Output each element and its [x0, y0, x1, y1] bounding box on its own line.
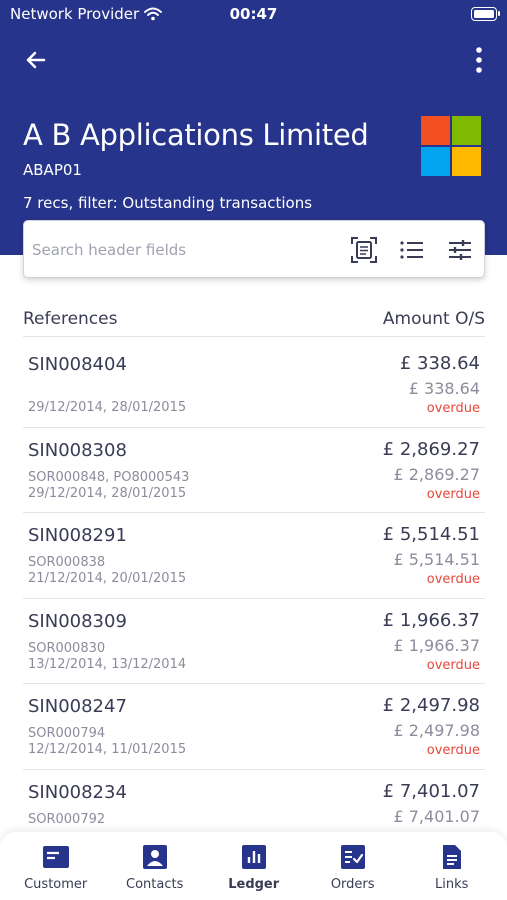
amount-column-label: Amount O/S: [382, 309, 485, 329]
logo-square: [452, 116, 481, 145]
search-bar: [23, 220, 485, 278]
scan-document-icon: [351, 237, 377, 263]
row-reference: SIN008234: [28, 781, 127, 803]
row-status: overdue: [426, 486, 480, 502]
column-header: References Amount O/S: [23, 307, 485, 337]
row-status: overdue: [426, 572, 480, 587]
bottom-tab-bar: Customer Contacts Ledger Orders Links: [0, 832, 507, 900]
tab-ledger[interactable]: Ledger: [203, 832, 304, 900]
table-row[interactable]: SIN008291 SOR000838 21/12/2014, 20/01/20…: [23, 513, 485, 599]
table-row[interactable]: SIN008308 SOR000848, PO8000543 29/12/201…: [23, 428, 485, 513]
logo-square: [421, 116, 450, 145]
status-bar: Network Provider 00:47: [0, 0, 507, 30]
list-icon: [400, 241, 423, 259]
table-row[interactable]: SIN008309 SOR000830 13/12/2014, 13/12/20…: [23, 599, 485, 684]
tab-label: Links: [434, 877, 469, 892]
row-dates: 12/12/2014, 11/01/2015: [28, 742, 187, 757]
filter-button[interactable]: [446, 236, 474, 264]
row-amount-outstanding: £ 1,966.37: [393, 635, 480, 655]
back-arrow-icon: [26, 51, 46, 69]
filter-sliders-icon: [449, 240, 471, 260]
clock: 00:47: [229, 5, 278, 23]
logo-square: [421, 147, 450, 176]
company-code: ABAP01: [23, 161, 82, 179]
tab-contacts[interactable]: Contacts: [104, 832, 205, 900]
row-order-refs: SOR000794: [28, 726, 106, 741]
customer-card-icon: [43, 846, 69, 868]
list-view-button[interactable]: [398, 236, 426, 264]
row-amount-outstanding: £ 2,497.98: [393, 721, 480, 740]
row-reference: SIN008308: [28, 439, 127, 461]
scan-button[interactable]: [350, 236, 378, 264]
back-button[interactable]: [20, 44, 52, 76]
row-reference: SIN008404: [28, 354, 127, 375]
row-amount: £ 2,869.27: [382, 438, 480, 460]
row-amount: £ 338.64: [399, 353, 480, 374]
row-amount-outstanding: £ 5,514.51: [393, 550, 480, 569]
row-amount-outstanding: £ 2,869.27: [393, 464, 480, 484]
row-amount-outstanding: £ 338.64: [408, 379, 480, 398]
row-status: overdue: [426, 743, 480, 758]
battery-icon: [471, 7, 500, 21]
row-reference: SIN008291: [28, 525, 127, 546]
logo-square: [452, 147, 481, 176]
row-amount-outstanding: £ 7,401.07: [393, 806, 480, 826]
search-input[interactable]: [32, 233, 332, 267]
more-vertical-icon: [476, 47, 482, 73]
company-name: A B Applications Limited: [23, 118, 369, 152]
tab-label: Contacts: [126, 877, 184, 892]
row-dates: 29/12/2014, 28/01/2015: [28, 485, 187, 501]
ledger-chart-icon: [242, 845, 266, 869]
row-amount: £ 7,401.07: [382, 780, 480, 802]
row-order-refs: SOR000830: [28, 640, 106, 656]
row-amount: £ 5,514.51: [382, 524, 480, 545]
row-status: overdue: [426, 657, 480, 673]
row-status: overdue: [426, 401, 480, 416]
tab-label: Orders: [330, 877, 375, 892]
table-row[interactable]: SIN008247 SOR000794 12/12/2014, 11/01/20…: [23, 684, 485, 770]
row-amount: £ 1,966.37: [382, 609, 480, 631]
table-row[interactable]: SIN008234 SOR000792 £ 7,401.07 £ 7,401.0…: [23, 770, 485, 833]
tab-orders[interactable]: Orders: [302, 832, 403, 900]
contacts-icon: [143, 845, 167, 869]
row-dates: 21/12/2014, 20/01/2015: [28, 571, 187, 586]
transaction-list: SIN008404 29/12/2014, 28/01/2015 £ 338.6…: [23, 342, 485, 832]
orders-checklist-icon: [341, 845, 365, 869]
row-order-refs: SOR000848, PO8000543: [28, 469, 190, 485]
links-document-icon: [443, 845, 461, 869]
row-amount: £ 2,497.98: [382, 695, 480, 716]
row-order-refs: SOR000838: [28, 555, 106, 570]
row-reference: SIN008309: [28, 610, 127, 632]
row-dates: 13/12/2014, 13/12/2014: [28, 656, 187, 672]
tab-links[interactable]: Links: [401, 832, 502, 900]
row-reference: SIN008247: [28, 696, 127, 717]
tab-customer[interactable]: Customer: [5, 832, 106, 900]
references-column-label: References: [23, 309, 118, 329]
table-row[interactable]: SIN008404 29/12/2014, 28/01/2015 £ 338.6…: [23, 342, 485, 428]
filter-summary: 7 recs, filter: Outstanding transactions: [23, 194, 313, 212]
row-dates: 29/12/2014, 28/01/2015: [28, 400, 187, 415]
more-options-button[interactable]: [465, 44, 493, 76]
company-logo: [421, 116, 481, 176]
tab-label: Customer: [24, 877, 88, 892]
tab-label: Ledger: [228, 877, 280, 892]
row-order-refs: SOR000792: [28, 811, 106, 827]
